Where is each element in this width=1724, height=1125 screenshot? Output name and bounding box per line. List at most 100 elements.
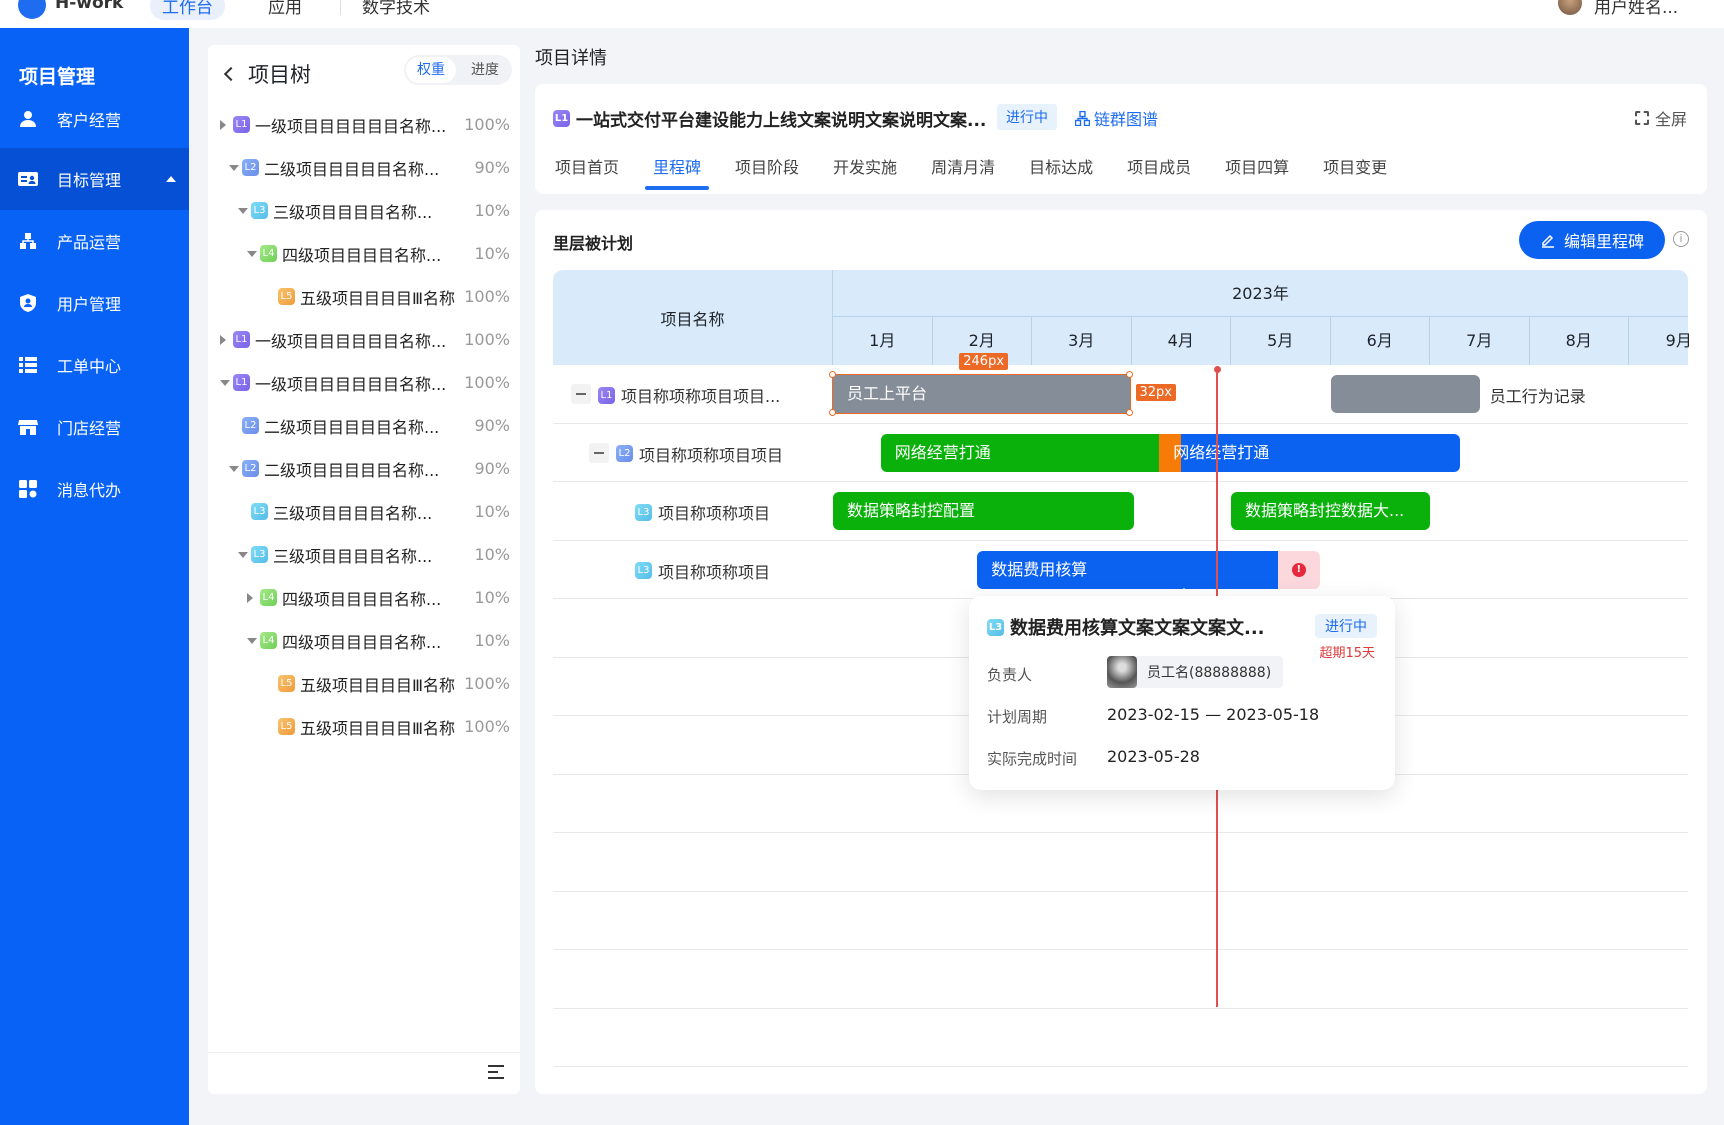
tree-row[interactable]: L4 四级项目目目目名称... 10% bbox=[208, 619, 520, 662]
level-badge: L1 bbox=[233, 116, 250, 133]
user-avatar[interactable] bbox=[1558, 0, 1582, 15]
gantt-bar[interactable] bbox=[1330, 375, 1480, 414]
nav-tab-workspace[interactable]: 工作台 bbox=[150, 0, 225, 20]
user-name[interactable]: 用户姓名... bbox=[1594, 0, 1678, 18]
shield-user-icon bbox=[18, 293, 38, 313]
gantt-row-label[interactable]: L3 项目称项称项目 bbox=[635, 559, 770, 583]
caret-down-icon[interactable] bbox=[238, 207, 248, 214]
tree-row[interactable]: L2 二级项目目目目目名称... 90% bbox=[208, 447, 520, 490]
chevron-up-icon[interactable] bbox=[166, 176, 176, 182]
collapse-row-button[interactable] bbox=[589, 442, 609, 463]
resize-handle[interactable] bbox=[1125, 409, 1133, 417]
gantt-row bbox=[553, 892, 1688, 950]
tab-four-budgets[interactable]: 项目四算 bbox=[1225, 154, 1289, 190]
tree-row[interactable]: L5 五级项目目目目Ⅲ名称 100% bbox=[208, 275, 520, 318]
tree-row[interactable]: L3 三级项目目目目名称... 10% bbox=[208, 189, 520, 232]
tree-item-percent: 100% bbox=[464, 115, 510, 134]
month-header: 9月 bbox=[1665, 331, 1692, 350]
gantt-row bbox=[553, 833, 1688, 892]
level-badge: L2 bbox=[616, 445, 633, 463]
tree-item-name: 一级项目目目目目目名称... bbox=[255, 374, 447, 394]
sidebar-item-user-mgmt[interactable]: 用户管理 bbox=[0, 272, 189, 334]
level-badge: L3 bbox=[987, 618, 1004, 636]
caret-down-icon[interactable] bbox=[247, 250, 257, 257]
sidebar-item-customer[interactable]: 客户经营 bbox=[0, 88, 189, 150]
tab-stages[interactable]: 项目阶段 bbox=[735, 154, 799, 190]
toggle-weight[interactable]: 权重 bbox=[406, 57, 456, 83]
gantt-row-label[interactable]: L1 项目称项称项目项目... bbox=[598, 383, 780, 407]
alert-icon: ! bbox=[1291, 562, 1306, 577]
sidebar-item-stores[interactable]: 门店经营 bbox=[0, 396, 189, 458]
tree-row[interactable]: L2 二级项目目目目目名称... 90% bbox=[208, 146, 520, 189]
tree-row[interactable]: L1 一级项目目目目目目名称... 100% bbox=[208, 361, 520, 404]
sidebar-item-messages[interactable]: 消息代办 bbox=[0, 458, 189, 520]
collapse-panel-icon[interactable] bbox=[488, 1065, 504, 1079]
collapse-row-button[interactable] bbox=[571, 384, 591, 405]
tab-home[interactable]: 项目首页 bbox=[555, 154, 619, 190]
back-icon[interactable] bbox=[223, 66, 239, 82]
resize-handle[interactable] bbox=[1125, 371, 1133, 379]
overdue-indicator[interactable]: ! bbox=[1277, 550, 1320, 589]
info-icon[interactable]: i bbox=[1673, 231, 1689, 247]
level-badge: L3 bbox=[635, 562, 652, 580]
milestone-detail-popup: L3 数据费用核算文案文案文案文... 进行中 超期15天 负责人 员工名(88… bbox=[969, 596, 1395, 790]
caret-down-icon[interactable] bbox=[229, 465, 239, 472]
gantt-row-label[interactable]: L3 项目称项称项目 bbox=[635, 500, 770, 524]
tree-row[interactable]: L1 一级项目目目目目目名称... 100% bbox=[208, 103, 520, 146]
gantt-bar[interactable]: 网络经营打通 bbox=[880, 433, 1160, 472]
chain-graph-link[interactable]: 链群图谱 bbox=[1075, 106, 1158, 130]
actual-completion-value: 2023-05-28 bbox=[1107, 747, 1200, 766]
tree-row[interactable]: L3 三级项目目目目名称... 10% bbox=[208, 490, 520, 533]
tree-item-percent: 10% bbox=[474, 244, 510, 263]
caret-down-icon[interactable] bbox=[220, 379, 230, 386]
tab-weekly-monthly[interactable]: 周清月清 bbox=[931, 154, 995, 190]
tree-item-name: 四级项目目目目名称... bbox=[282, 245, 442, 265]
caret-down-icon[interactable] bbox=[238, 551, 248, 558]
caret-down-icon[interactable] bbox=[247, 637, 257, 644]
gantt-row-name: 项目称项称项目项目 bbox=[639, 445, 784, 465]
overdue-label: 超期15天 bbox=[1319, 646, 1375, 661]
fullscreen-icon bbox=[1634, 111, 1649, 125]
owner-avatar bbox=[1107, 656, 1137, 688]
gantt-row-name: 项目称项称项目 bbox=[658, 504, 771, 524]
gantt-bar[interactable]: 员工上平台 bbox=[832, 374, 1131, 415]
tree-row[interactable]: L5 五级项目目目目Ⅲ名称 100% bbox=[208, 662, 520, 705]
sidebar-item-work-orders[interactable]: 工单中心 bbox=[0, 334, 189, 396]
tab-changes[interactable]: 项目变更 bbox=[1323, 154, 1387, 190]
tree-row[interactable]: L1 一级项目目目目目目名称... 100% bbox=[208, 318, 520, 361]
edit-milestone-button[interactable]: 编辑里程碑 bbox=[1519, 221, 1665, 259]
level-badge: L3 bbox=[251, 546, 268, 563]
tab-goal-achievement[interactable]: 目标达成 bbox=[1029, 154, 1093, 190]
tree-row[interactable]: L3 三级项目目目目名称... 10% bbox=[208, 533, 520, 576]
gantt-bar[interactable]: 数据策略封控数据大... bbox=[1231, 492, 1430, 531]
gantt-bar[interactable]: 数据费用核算 bbox=[977, 550, 1278, 589]
nav-tab-apps[interactable]: 应用 bbox=[268, 0, 302, 18]
fullscreen-button[interactable]: 全屏 bbox=[1634, 106, 1687, 130]
caret-right-icon[interactable] bbox=[247, 592, 253, 603]
toggle-progress[interactable]: 进度 bbox=[460, 57, 510, 83]
level-badge: L4 bbox=[260, 589, 277, 606]
tab-milestones[interactable]: 里程碑 bbox=[645, 154, 710, 190]
tree-item-percent: 90% bbox=[474, 158, 510, 177]
level-badge: L2 bbox=[242, 460, 259, 477]
nav-tab-digital-tech[interactable]: 数字技术 bbox=[362, 0, 430, 18]
level-badge: L3 bbox=[251, 503, 268, 520]
tree-title: 项目树 bbox=[248, 63, 311, 87]
tree-row[interactable]: L2 二级项目目目目目名称... 90% bbox=[208, 404, 520, 447]
gantt-bar[interactable]: 数据策略封控配置 bbox=[833, 492, 1135, 531]
caret-down-icon[interactable] bbox=[229, 164, 239, 171]
sidebar-item-product-ops[interactable]: 产品运营 bbox=[0, 210, 189, 272]
gantt-row-label[interactable]: L2 项目称项称项目项目 bbox=[616, 442, 783, 466]
caret-right-icon[interactable] bbox=[220, 119, 226, 130]
tree-row[interactable]: L4 四级项目目目目名称... 10% bbox=[208, 576, 520, 619]
tree-row[interactable]: L4 四级项目目目目名称... 10% bbox=[208, 232, 520, 275]
caret-right-icon[interactable] bbox=[220, 334, 226, 345]
sidebar-item-goals[interactable]: 目标管理 bbox=[0, 148, 189, 210]
gantt-bar[interactable]: 网络经营打通 bbox=[1173, 433, 1460, 472]
tree-item-name: 四级项目目目目名称... bbox=[282, 589, 442, 609]
owner-chip[interactable]: 员工名(88888888) bbox=[1107, 656, 1284, 688]
tree-item-percent: 100% bbox=[464, 373, 510, 392]
tree-row[interactable]: L5 五级项目目目目Ⅲ名称 100% bbox=[208, 705, 520, 748]
tab-members[interactable]: 项目成员 bbox=[1127, 154, 1191, 190]
tab-development[interactable]: 开发实施 bbox=[833, 154, 897, 190]
